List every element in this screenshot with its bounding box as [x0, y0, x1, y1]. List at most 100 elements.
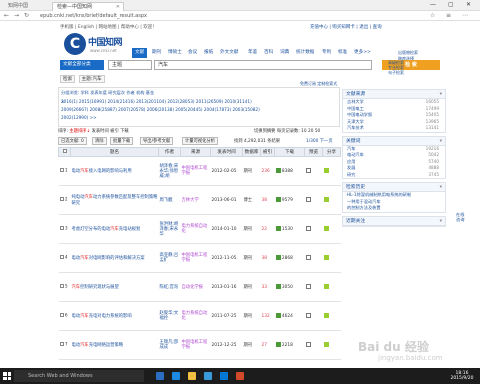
result-author[interactable]: 陈虹;宫洵	[158, 272, 181, 302]
share-icon[interactable]	[323, 226, 329, 231]
checkbox[interactable]	[59, 168, 64, 173]
result-download[interactable]: 8388	[274, 156, 305, 186]
header-author[interactable]: 作者	[158, 147, 181, 157]
table-row[interactable]: 7 电动汽车充电网络运营策略 王锡凡;邵成成 中国电机工程学报 2012-12-25 期刊…	[58, 330, 341, 360]
share-icon[interactable]	[323, 313, 329, 318]
header-cite[interactable]: 被引	[260, 147, 275, 157]
panel-item[interactable]: 汽车技术 13141	[343, 125, 445, 132]
result-download[interactable]: 9579	[274, 185, 305, 215]
result-author[interactable]: 高亚静;吕孟扩	[158, 243, 181, 273]
share-icon[interactable]	[323, 168, 329, 173]
store-icon[interactable]	[204, 372, 212, 380]
panel-item[interactable]: 的控制方法及装置	[343, 205, 445, 212]
share-icon[interactable]	[323, 197, 329, 202]
checkbox[interactable]	[59, 342, 64, 347]
result-title[interactable]: 电动汽车充电对电力系统的影响	[70, 301, 159, 331]
filter-row-tabs[interactable]: 分组浏览: 学科 发表年度 研究层次 作者 机构 基金	[61, 90, 154, 96]
download-icon[interactable]	[275, 342, 281, 347]
preview-icon[interactable]	[305, 226, 311, 231]
share-icon[interactable]	[323, 284, 329, 289]
panel-header[interactable]: 近期关注 ▾	[343, 216, 445, 226]
taskbar-search[interactable]: Search Web and Windows	[14, 370, 144, 382]
result-share[interactable]	[322, 156, 341, 186]
close-window-icon[interactable]: ✕	[466, 1, 471, 8]
result-preview[interactable]	[304, 214, 323, 244]
scope-selector[interactable]: 文献全部分类	[60, 60, 104, 70]
system-clock[interactable]: 18:16 2015/9/20	[446, 371, 478, 381]
result-source[interactable]: 中国电机工程学报	[180, 243, 211, 273]
expand-icon[interactable]: ▾	[440, 90, 442, 99]
browser-tab[interactable]: 知网中国	[4, 2, 50, 11]
checkbox[interactable]	[59, 226, 64, 231]
forward-icon[interactable]: →	[14, 12, 19, 19]
mail-icon[interactable]	[220, 372, 228, 380]
checkbox[interactable]	[62, 149, 67, 154]
preview-icon[interactable]	[305, 284, 311, 289]
windows-start-icon[interactable]	[3, 372, 11, 380]
tab-encyclopedia[interactable]: 百科	[264, 48, 273, 58]
download-icon[interactable]	[275, 255, 281, 260]
account-links[interactable]: 充值中心 | 购买知网卡 | 退出 | 查询	[310, 24, 382, 30]
hub-icon[interactable]: ≡	[446, 12, 451, 19]
preview-icon[interactable]	[305, 255, 311, 260]
crumb-chip[interactable]: 主题:汽车	[78, 75, 105, 83]
tab-newspaper[interactable]: 报纸	[204, 48, 213, 58]
result-author[interactable]: 王锡凡;邵成成	[158, 330, 181, 360]
result-source[interactable]: 自动化学报	[180, 272, 211, 302]
download-icon[interactable]	[275, 284, 281, 289]
table-row[interactable]: 6 电动汽车充电对电力系统的影响 赵俊华;文福拴 电力系统自动化 2011-07-25 期…	[58, 301, 341, 331]
tab-patent[interactable]: 专利	[322, 48, 331, 58]
result-share[interactable]	[322, 214, 341, 244]
page-size-selector[interactable]: 切换到摘要 每页记录数: 10 20 50	[254, 128, 320, 134]
header-title[interactable]: 题名	[70, 147, 159, 157]
tab-yearbook[interactable]: 年鉴	[248, 48, 257, 58]
result-cite[interactable]: 132	[260, 301, 275, 331]
result-share[interactable]	[322, 185, 341, 215]
row-select[interactable]: 2	[58, 185, 71, 215]
more-icon[interactable]: ⋯	[462, 12, 468, 19]
result-share[interactable]	[322, 243, 341, 273]
result-preview[interactable]	[304, 330, 323, 360]
result-download[interactable]: 4624	[274, 301, 305, 331]
result-source[interactable]: 电力系统自动化	[180, 214, 211, 244]
result-preview[interactable]	[304, 185, 323, 215]
table-row[interactable]: 1 电动汽车接入电网的影响与利用 胡泽春;宋永华;徐智威;胡 中国电机工程学报 2012…	[58, 156, 341, 186]
clear-button[interactable]: 清除	[92, 137, 107, 145]
search-input[interactable]: 汽车	[154, 60, 372, 70]
table-row[interactable]: 5 汽车控制研究现状与展望 陈虹;宫洵 自动化学报 2013-01-16 期刊 33 305…	[58, 272, 341, 302]
row-select[interactable]: 6	[58, 301, 71, 331]
header-date[interactable]: 发表时间	[210, 147, 243, 157]
field-select[interactable]: 主题	[108, 60, 152, 70]
header-select[interactable]	[58, 147, 71, 157]
header-source[interactable]: 来源	[180, 147, 211, 157]
row-select[interactable]: 3	[58, 214, 71, 244]
result-author[interactable]: 张洪财;胡泽春;宋永华	[158, 214, 181, 244]
minimize-icon[interactable]: —	[430, 1, 436, 8]
preview-icon[interactable]	[305, 168, 311, 173]
filter-row-years[interactable]: 2009(26667) 2008(25887) 2007(20578) 2006…	[61, 107, 260, 112]
explorer-icon[interactable]	[188, 372, 196, 380]
row-select[interactable]: 5	[58, 272, 71, 302]
tab-more[interactable]: 更多>>	[354, 48, 371, 58]
export-button[interactable]: 导出/参考文献	[140, 137, 174, 145]
task-view-icon[interactable]	[156, 372, 164, 380]
row-select[interactable]: 1	[58, 156, 71, 186]
preview-icon[interactable]	[305, 342, 311, 347]
back-icon[interactable]: ←	[4, 12, 9, 19]
result-source[interactable]: 中国电机工程学报	[180, 156, 211, 186]
result-preview[interactable]	[304, 272, 323, 302]
pager[interactable]: 1/300 下一页	[306, 138, 333, 144]
sentence-search-link[interactable]: 句子检索	[388, 70, 444, 75]
panel-header[interactable]: 检索历史 ▾	[343, 183, 445, 192]
download-icon[interactable]	[275, 197, 281, 202]
sort-by-subject[interactable]: 主题排序↓	[69, 129, 90, 134]
tab-journal[interactable]: 期刊	[152, 48, 161, 58]
result-author[interactable]: 周飞鲲	[158, 185, 181, 215]
table-row[interactable]: 2 纯电动汽车动力系统参数匹配及整车控制策略研究 周飞鲲 吉林大学 2013-06-01…	[58, 185, 341, 215]
result-share[interactable]	[322, 272, 341, 302]
close-icon[interactable]: ×	[61, 99, 65, 104]
result-cite[interactable]: 236	[260, 156, 275, 186]
header-db[interactable]: 数据库	[242, 147, 261, 157]
download-icon[interactable]	[275, 313, 281, 318]
result-title[interactable]: 考虑灯空分布的电动汽车充电站规划	[70, 214, 159, 244]
